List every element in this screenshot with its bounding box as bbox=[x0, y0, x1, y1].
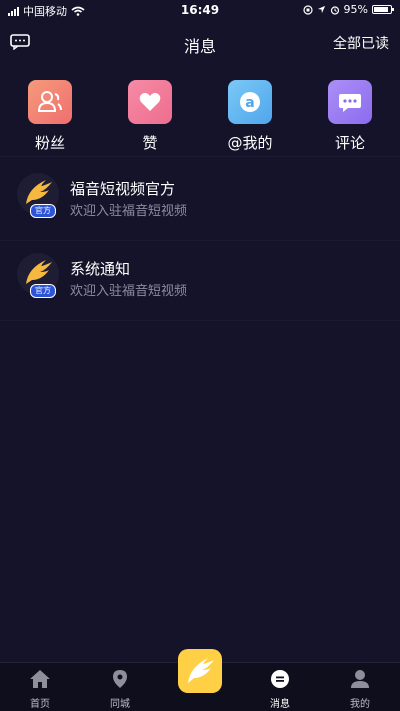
location-arrow-icon bbox=[317, 5, 325, 14]
avatar: 官方 bbox=[16, 252, 60, 298]
messages-screen: 中国移动 16:49 95% 消息 全部已读 粉丝 赞 a @我的 评论 官方 … bbox=[0, 0, 400, 711]
tab-label: 同城 bbox=[110, 699, 130, 710]
orientation-lock-icon bbox=[302, 4, 313, 15]
avatar: 官方 bbox=[16, 172, 60, 218]
create-button[interactable] bbox=[178, 649, 222, 693]
tab-label: 我的 bbox=[350, 699, 370, 710]
battery-label: 95% bbox=[343, 3, 368, 16]
tab-home[interactable]: 首页 bbox=[10, 669, 70, 710]
tab-profile[interactable]: 我的 bbox=[330, 669, 390, 710]
message-title: 系统通知 bbox=[70, 260, 131, 278]
category-comments[interactable]: 评论 bbox=[310, 80, 390, 153]
battery-icon bbox=[372, 5, 394, 14]
location-icon bbox=[113, 670, 127, 688]
category-fans[interactable]: 粉丝 bbox=[10, 80, 90, 153]
tab-bar: 首页 同城 消息 我的 bbox=[0, 649, 400, 711]
header: 消息 全部已读 bbox=[0, 24, 400, 62]
tab-nearby[interactable]: 同城 bbox=[90, 669, 150, 710]
wing-icon bbox=[188, 658, 214, 683]
comment-icon bbox=[328, 80, 372, 124]
category-label: @我的 bbox=[227, 134, 273, 152]
message-icon bbox=[271, 670, 289, 688]
tab-label: 首页 bbox=[30, 699, 50, 710]
message-preview: 欢迎入驻福音短视频 bbox=[70, 284, 188, 299]
official-badge: 官方 bbox=[30, 284, 56, 298]
category-label: 赞 bbox=[142, 134, 158, 152]
mark-all-read-button[interactable]: 全部已读 bbox=[333, 33, 389, 53]
category-mentions[interactable]: a @我的 bbox=[210, 80, 290, 153]
category-label: 粉丝 bbox=[34, 134, 65, 152]
status-right: 95% bbox=[302, 3, 394, 16]
list-item-system[interactable]: 官方 系统通知 欢迎入驻福音短视频 bbox=[0, 240, 400, 321]
message-title: 福音短视频官方 bbox=[70, 180, 176, 198]
official-badge: 官方 bbox=[30, 204, 56, 218]
status-bar: 中国移动 16:49 95% bbox=[0, 0, 400, 20]
alarm-icon bbox=[330, 5, 339, 15]
svg-text:a: a bbox=[245, 95, 254, 111]
category-likes[interactable]: 赞 bbox=[110, 80, 190, 153]
home-icon bbox=[30, 670, 50, 688]
message-preview: 欢迎入驻福音短视频 bbox=[70, 204, 188, 219]
list-item-official[interactable]: 官方 福音短视频官方 欢迎入驻福音短视频 bbox=[0, 160, 400, 241]
fans-icon bbox=[28, 80, 72, 124]
profile-icon bbox=[351, 670, 369, 688]
message-categories: 粉丝 赞 a @我的 评论 bbox=[0, 70, 400, 157]
heart-icon bbox=[128, 80, 172, 124]
tab-messages[interactable]: 消息 bbox=[250, 669, 310, 710]
tab-label: 消息 bbox=[270, 699, 290, 710]
category-label: 评论 bbox=[334, 134, 365, 152]
at-icon: a bbox=[228, 80, 272, 124]
